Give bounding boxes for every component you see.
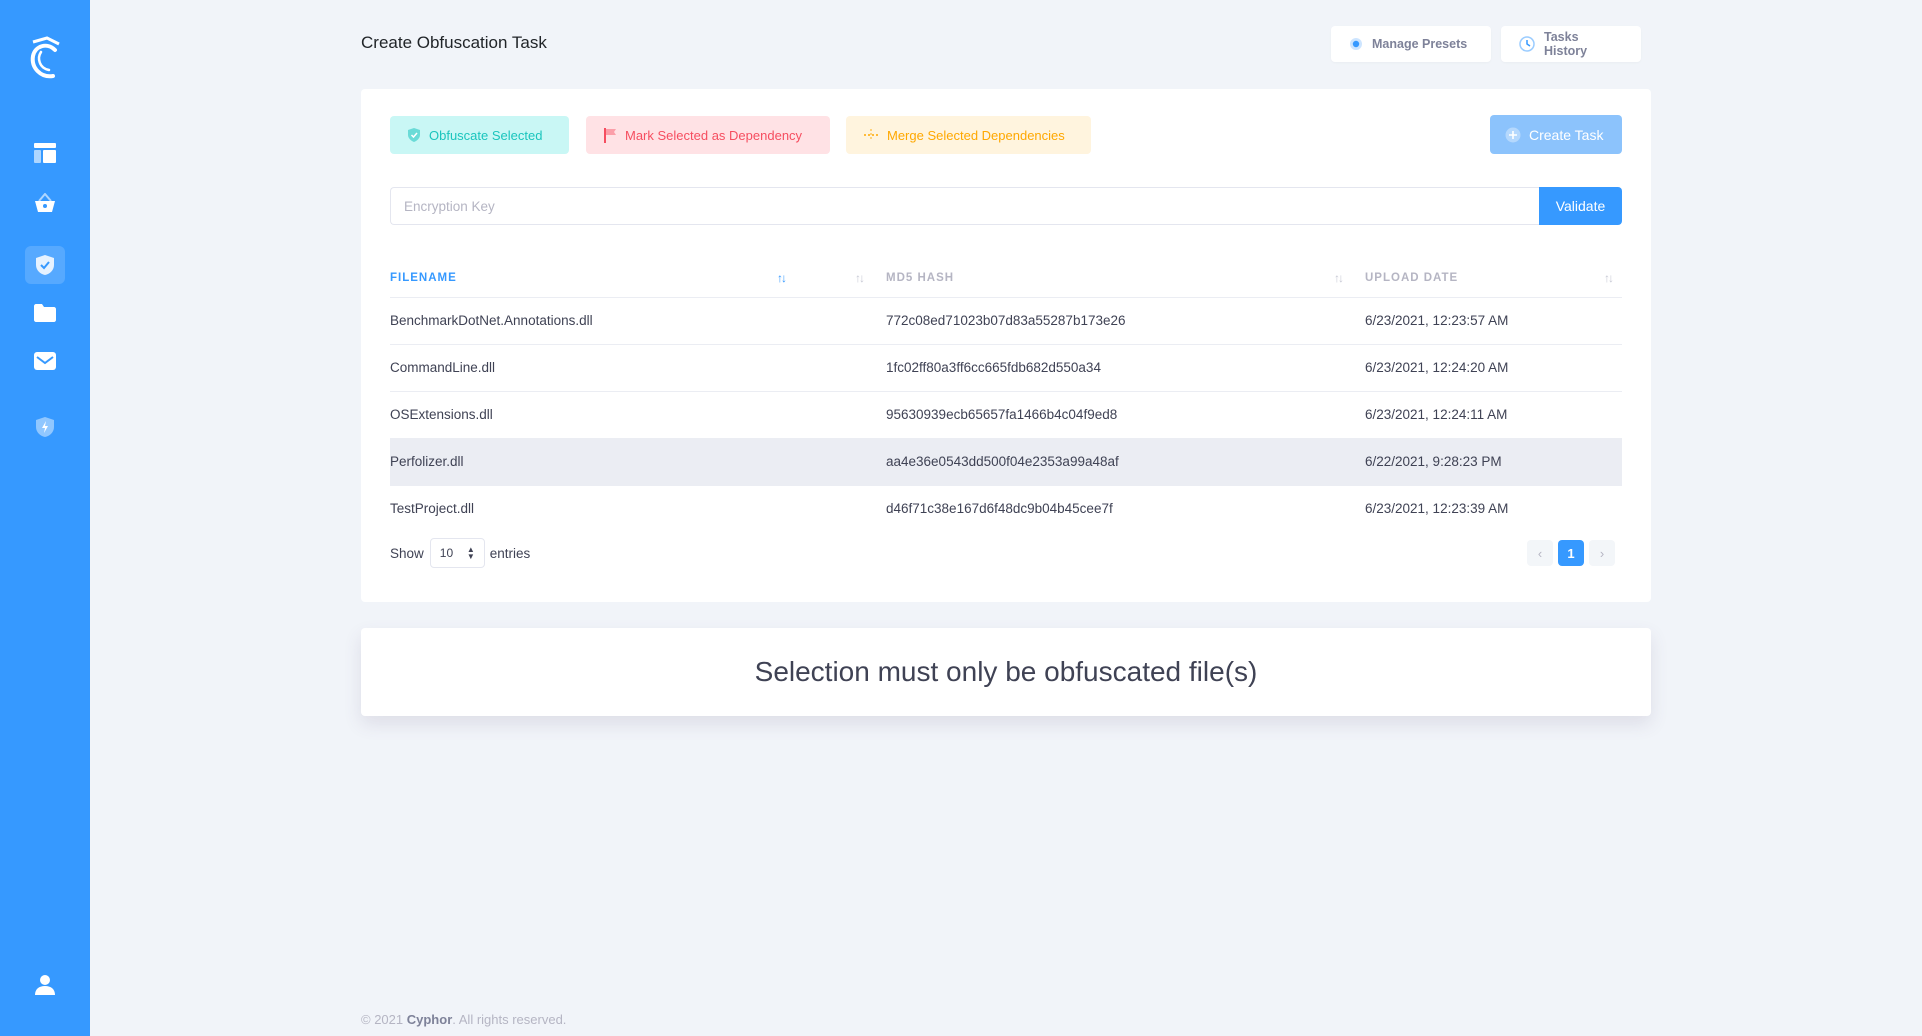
filename-cell: CommandLine.dll — [390, 360, 496, 375]
obfuscate-selected-label: Obfuscate Selected — [429, 127, 543, 143]
show-label: Show — [390, 545, 424, 561]
pagination: ‹ 1 › — [1527, 540, 1615, 566]
sort-icon[interactable]: ↑↓ — [1604, 271, 1614, 285]
create-task-button[interactable]: Create Task — [1490, 115, 1622, 154]
validate-button[interactable]: Validate — [1539, 187, 1622, 225]
manage-presets-label: Manage Presets — [1372, 37, 1468, 51]
encryption-key-input[interactable] — [390, 187, 1540, 225]
footer-brand-link[interactable]: Cyphor — [407, 1012, 453, 1027]
gear-icon — [1349, 37, 1363, 51]
task-card: Obfuscate Selected Mark Selected as Depe… — [361, 89, 1651, 602]
table-row[interactable]: OSExtensions.dll 95630939ecb65657fa1466b… — [390, 392, 1622, 439]
md5-cell: d46f71c38e167d6f48dc9b04b45cee7f — [886, 501, 1113, 516]
sidebar-item-user[interactable] — [25, 966, 65, 1004]
md5-cell: 1fc02ff80a3ff6cc665fdb682d550a34 — [886, 360, 1101, 375]
table-row[interactable]: CommandLine.dll 1fc02ff80a3ff6cc665fdb68… — [390, 345, 1622, 392]
footer-rights: . All rights reserved. — [452, 1012, 567, 1027]
page-size-value: 10 — [439, 546, 454, 560]
sidebar-item-folder[interactable] — [25, 294, 65, 332]
merge-icon — [863, 128, 879, 142]
shield-check-icon — [35, 254, 55, 276]
date-cell: 6/23/2021, 12:24:11 AM — [1365, 407, 1508, 422]
sort-icon[interactable]: ↑↓ — [1334, 271, 1344, 285]
filename-cell: TestProject.dll — [390, 501, 475, 516]
filename-cell: Perfolizer.dll — [390, 454, 464, 469]
merge-dependencies-button[interactable]: Merge Selected Dependencies — [846, 116, 1091, 154]
sidebar-item-protection[interactable] — [25, 408, 65, 446]
footer-copyright: © 2021 — [361, 1012, 404, 1027]
basket-icon — [34, 193, 56, 213]
flag-icon — [603, 127, 617, 143]
manage-presets-button[interactable]: Manage Presets — [1331, 26, 1491, 62]
shield-lightning-icon — [35, 416, 55, 438]
selection-message: Selection must only be obfuscated file(s… — [361, 628, 1651, 716]
column-header-filename[interactable]: FILENAME — [390, 272, 457, 284]
table-row[interactable]: TestProject.dll d46f71c38e167d6f48dc9b04… — [390, 486, 1622, 533]
tasks-history-button[interactable]: Tasks History — [1501, 26, 1641, 62]
date-cell: 6/23/2021, 12:24:20 AM — [1365, 360, 1509, 375]
sidebar-item-layout[interactable] — [25, 134, 65, 172]
md5-cell: 95630939ecb65657fa1466b4c04f9ed8 — [886, 407, 1118, 422]
obfuscate-selected-button[interactable]: Obfuscate Selected — [390, 116, 569, 154]
page-size-control: Show 10 ▲ ▼ entries — [390, 538, 530, 568]
clock-icon — [1519, 36, 1535, 52]
next-page-button[interactable]: › — [1589, 540, 1615, 566]
footer: © 2021 Cyphor. All rights reserved. — [361, 1012, 566, 1027]
filename-cell: OSExtensions.dll — [390, 407, 493, 422]
page-button-current[interactable]: 1 — [1558, 540, 1584, 566]
page-title: Create Obfuscation Task — [361, 33, 547, 52]
shield-icon — [407, 127, 421, 143]
date-cell: 6/22/2021, 9:28:23 PM — [1365, 454, 1502, 469]
filename-cell: BenchmarkDotNet.Annotations.dll — [390, 313, 593, 328]
sort-asc-icon[interactable]: ↑↓ — [777, 271, 787, 285]
inbox-icon — [34, 351, 56, 371]
sidebar — [0, 0, 90, 1036]
mark-dependency-button[interactable]: Mark Selected as Dependency — [586, 116, 830, 154]
merge-dependencies-label: Merge Selected Dependencies — [887, 127, 1065, 143]
sidebar-item-inbox[interactable] — [25, 342, 65, 380]
table-header: FILENAME ↑↓ ↑↓ MD5 HASH ↑↓ UPLOAD DATE ↑… — [390, 260, 1622, 298]
create-task-label: Create Task — [1529, 126, 1604, 143]
sidebar-item-basket[interactable] — [25, 184, 65, 222]
page-size-select[interactable]: 10 ▲ ▼ — [429, 538, 485, 568]
column-header-upload-date[interactable]: UPLOAD DATE — [1365, 272, 1458, 284]
mark-dependency-label: Mark Selected as Dependency — [625, 127, 803, 143]
table-row[interactable]: BenchmarkDotNet.Annotations.dll 772c08ed… — [390, 298, 1622, 345]
md5-cell: aa4e36e0543dd500f04e2353a99a48af — [886, 454, 1119, 469]
cyphor-logo-icon[interactable] — [25, 36, 65, 82]
layout-icon — [34, 143, 56, 163]
md5-cell: 772c08ed71023b07d83a55287b173e26 — [886, 313, 1126, 328]
sort-icon[interactable]: ↑↓ — [855, 271, 865, 285]
select-arrows-icon: ▲ ▼ — [466, 545, 475, 561]
plus-circle-icon — [1505, 127, 1521, 143]
column-header-md5[interactable]: MD5 HASH — [886, 272, 954, 284]
date-cell: 6/23/2021, 12:23:57 AM — [1365, 313, 1509, 328]
user-icon — [34, 974, 56, 996]
prev-page-button[interactable]: ‹ — [1527, 540, 1553, 566]
entries-label: entries — [489, 545, 531, 561]
files-table: FILENAME ↑↓ ↑↓ MD5 HASH ↑↓ UPLOAD DATE ↑… — [390, 260, 1622, 533]
table-row-selected[interactable]: Perfolizer.dll aa4e36e0543dd500f04e2353a… — [390, 439, 1622, 486]
tasks-history-label: Tasks History — [1544, 30, 1588, 58]
folder-icon — [33, 303, 57, 323]
sidebar-item-shield[interactable] — [25, 246, 65, 284]
date-cell: 6/23/2021, 12:23:39 AM — [1365, 501, 1509, 516]
